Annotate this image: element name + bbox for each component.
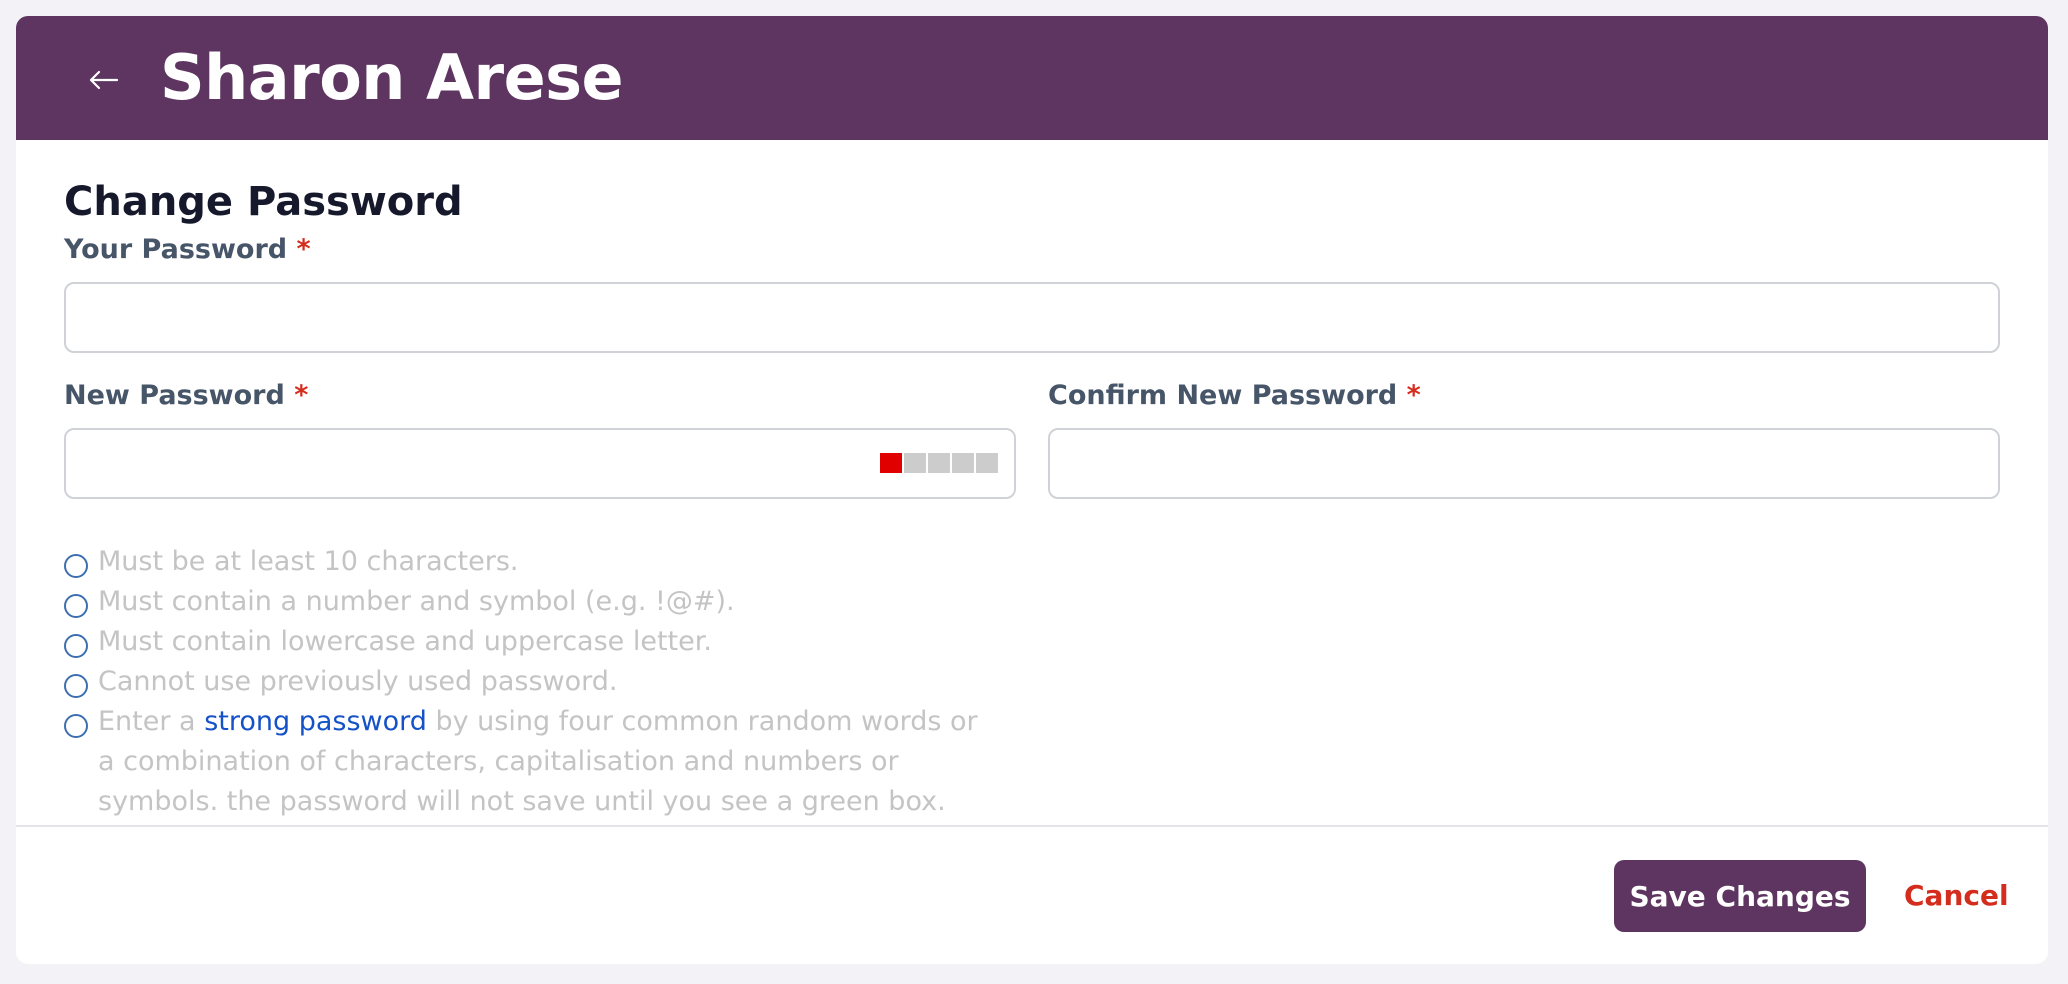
requirement-item: Must contain a number and symbol (e.g. !… [64,582,1024,622]
requirement-item: Must contain lowercase and uppercase let… [64,622,1024,662]
confirm-password-input[interactable] [1048,428,2000,499]
current-password-input[interactable] [64,282,2000,353]
strength-segment [976,453,998,473]
cancel-button[interactable]: Cancel [1904,872,2009,920]
new-password-label: New Password * [64,378,308,414]
current-password-label: Your Password * [64,232,311,268]
requirement-status-icon [64,714,88,738]
new-password-label-text: New Password [64,380,285,411]
confirm-password-label: Confirm New Password * [1048,378,1421,414]
requirement-item: Cannot use previously used password. [64,662,1024,702]
password-requirements-list: Must be at least 10 characters. Must con… [64,542,1024,822]
strength-segment [880,453,902,473]
requirement-text: Must contain a number and symbol (e.g. !… [98,586,735,617]
password-strength-meter [880,453,998,473]
requirement-text: Enter a strong password by using four co… [98,702,998,822]
requirement-item: Must be at least 10 characters. [64,542,1024,582]
requirement-status-icon [64,554,88,578]
requirement-status-icon [64,634,88,658]
back-button[interactable] [76,56,132,104]
requirement-text: Must be at least 10 characters. [98,546,519,577]
requirement-text-prefix: Enter a [98,706,205,737]
requirement-status-icon [64,674,88,698]
new-password-input[interactable] [64,428,1016,499]
save-changes-button[interactable]: Save Changes [1614,860,1866,932]
page-title: Sharon Arese [160,41,624,114]
change-password-card: Sharon Arese Change Password Your Passwo… [16,16,2048,964]
strength-segment [928,453,950,473]
required-marker: * [1406,380,1421,411]
strength-segment [904,453,926,473]
confirm-password-label-text: Confirm New Password [1048,380,1398,411]
requirement-status-icon [64,594,88,618]
page-header: Sharon Arese [16,16,2048,140]
strength-segment [952,453,974,473]
requirement-text: Must contain lowercase and uppercase let… [98,626,712,657]
required-marker: * [294,380,309,411]
required-marker: * [296,234,311,265]
section-title: Change Password [64,179,463,225]
footer-divider [16,825,2048,827]
requirement-item: Enter a strong password by using four co… [64,702,1024,822]
requirement-text: Cannot use previously used password. [98,666,618,697]
current-password-label-text: Your Password [64,234,288,265]
arrow-left-icon [89,70,119,90]
strong-password-link[interactable]: strong password [204,706,427,737]
